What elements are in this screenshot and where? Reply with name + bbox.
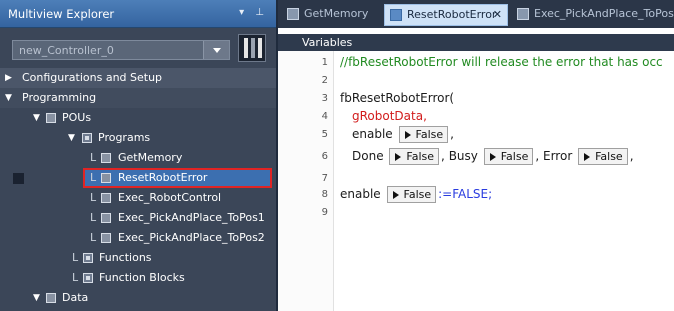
explorer-title-bar: Multiview Explorer ▾ ⊥: [0, 0, 276, 28]
tab-resetroboterror[interactable]: ResetRobotError ✕: [384, 4, 508, 26]
close-icon[interactable]: ✕: [493, 5, 502, 25]
code-line: 9: [321, 207, 328, 218]
tree-elbow: L: [90, 191, 97, 204]
code-comment: //fbResetRobotError will release the err…: [340, 55, 663, 69]
editor-tab-bar: GetMemory ResetRobotError ✕ Exec_PickAnd…: [278, 0, 674, 28]
controller-status-icon[interactable]: [238, 34, 266, 62]
tree-item-program[interactable]: L GetMemory: [0, 148, 276, 168]
tree-item-configurations[interactable]: ▶ Configurations and Setup: [0, 68, 276, 88]
code-line: 8 enable False:=FALSE;: [321, 186, 493, 203]
pou-folder-icon: [46, 113, 56, 123]
tree-item-program[interactable]: L Exec_RobotControl: [0, 188, 276, 208]
controller-select[interactable]: new_Controller_0: [12, 40, 230, 60]
program-icon: [101, 153, 111, 163]
tree-elbow: L: [90, 211, 97, 224]
tree-elbow: L: [90, 151, 97, 164]
explorer-title: Multiview Explorer: [8, 7, 115, 21]
code-line: 6 Done False, Busy False, Error False,: [321, 148, 634, 165]
tree-item-pous[interactable]: ▼ POUs: [0, 108, 276, 128]
variables-label: Variables: [302, 36, 353, 49]
program-icon: [101, 173, 111, 183]
folder-icon: [83, 253, 93, 263]
enable-value-box[interactable]: False: [398, 126, 449, 143]
code-line: 3 fbResetRobotError(: [321, 91, 455, 105]
tree-elbow: L: [72, 271, 79, 284]
tree-elbow: L: [90, 171, 97, 184]
enable-assign-value-box[interactable]: False: [386, 186, 437, 203]
explorer-tree: ▶ Configurations and Setup ▼ Programming…: [0, 68, 276, 308]
arg-robot-data: gRobotData,: [352, 109, 427, 123]
tree-elbow: L: [90, 231, 97, 244]
expand-down-icon[interactable]: ▼: [33, 288, 40, 308]
expand-down-icon[interactable]: ▼: [68, 128, 75, 148]
tree-item-function-blocks[interactable]: L Function Blocks: [0, 268, 276, 288]
tab-exec-pickandplace[interactable]: Exec_PickAndPlace_ToPos: [512, 4, 674, 26]
tree-item-programming[interactable]: ▼ Programming: [0, 88, 276, 108]
enable-param: enable False,: [352, 126, 454, 143]
program-icon: [101, 233, 111, 243]
tree-item-program[interactable]: L Exec_PickAndPlace_ToPos2: [0, 228, 276, 248]
fb-call: fbResetRobotError(: [340, 91, 455, 105]
folder-icon: [83, 273, 93, 283]
tree-item-program-selected[interactable]: L ResetRobotError: [0, 168, 276, 188]
code-area[interactable]: 1 //fbResetRobotError will release the e…: [278, 51, 674, 311]
code-line: 4 gRobotData,: [321, 109, 427, 123]
enable-assignment: enable False:=FALSE;: [340, 186, 493, 203]
tree-item-functions[interactable]: L Functions: [0, 248, 276, 268]
error-value-box[interactable]: False: [578, 148, 628, 165]
document-icon: [517, 8, 529, 20]
document-icon: [390, 9, 402, 21]
expand-right-icon[interactable]: ▶: [5, 68, 12, 88]
done-value-box[interactable]: False: [389, 148, 440, 165]
code-editor: GetMemory ResetRobotError ✕ Exec_PickAnd…: [278, 0, 674, 311]
breakpoint-marker: [13, 173, 24, 184]
busy-value-box[interactable]: False: [483, 148, 534, 165]
code-line: 7: [321, 173, 328, 184]
tab-getmemory[interactable]: GetMemory: [282, 4, 380, 26]
document-icon: [287, 8, 299, 20]
controller-row: new_Controller_0: [0, 28, 276, 66]
chevron-down-icon[interactable]: [203, 41, 229, 59]
controller-select-value: new_Controller_0: [19, 44, 114, 57]
code-line: 2: [321, 75, 328, 86]
pin-icon[interactable]: ▾ ⊥: [239, 7, 268, 18]
tree-item-program[interactable]: L Exec_PickAndPlace_ToPos1: [0, 208, 276, 228]
tree-item-programs[interactable]: ▼ Programs: [0, 128, 276, 148]
expand-down-icon[interactable]: ▼: [5, 88, 12, 108]
tree-item-data[interactable]: ▼ Data: [0, 288, 276, 308]
variables-bar[interactable]: Variables: [278, 34, 674, 51]
expand-down-icon[interactable]: ▼: [33, 108, 40, 128]
multiview-explorer-panel: Multiview Explorer ▾ ⊥ new_Controller_0 …: [0, 0, 276, 311]
code-line: 1 //fbResetRobotError will release the e…: [321, 55, 663, 69]
data-icon: [46, 293, 56, 303]
output-params: Done False, Busy False, Error False,: [352, 148, 634, 165]
code-line: 5 enable False,: [321, 126, 454, 143]
tree-elbow: L: [72, 251, 79, 264]
program-icon: [101, 193, 111, 203]
program-icon: [101, 213, 111, 223]
folder-icon: [82, 133, 92, 143]
